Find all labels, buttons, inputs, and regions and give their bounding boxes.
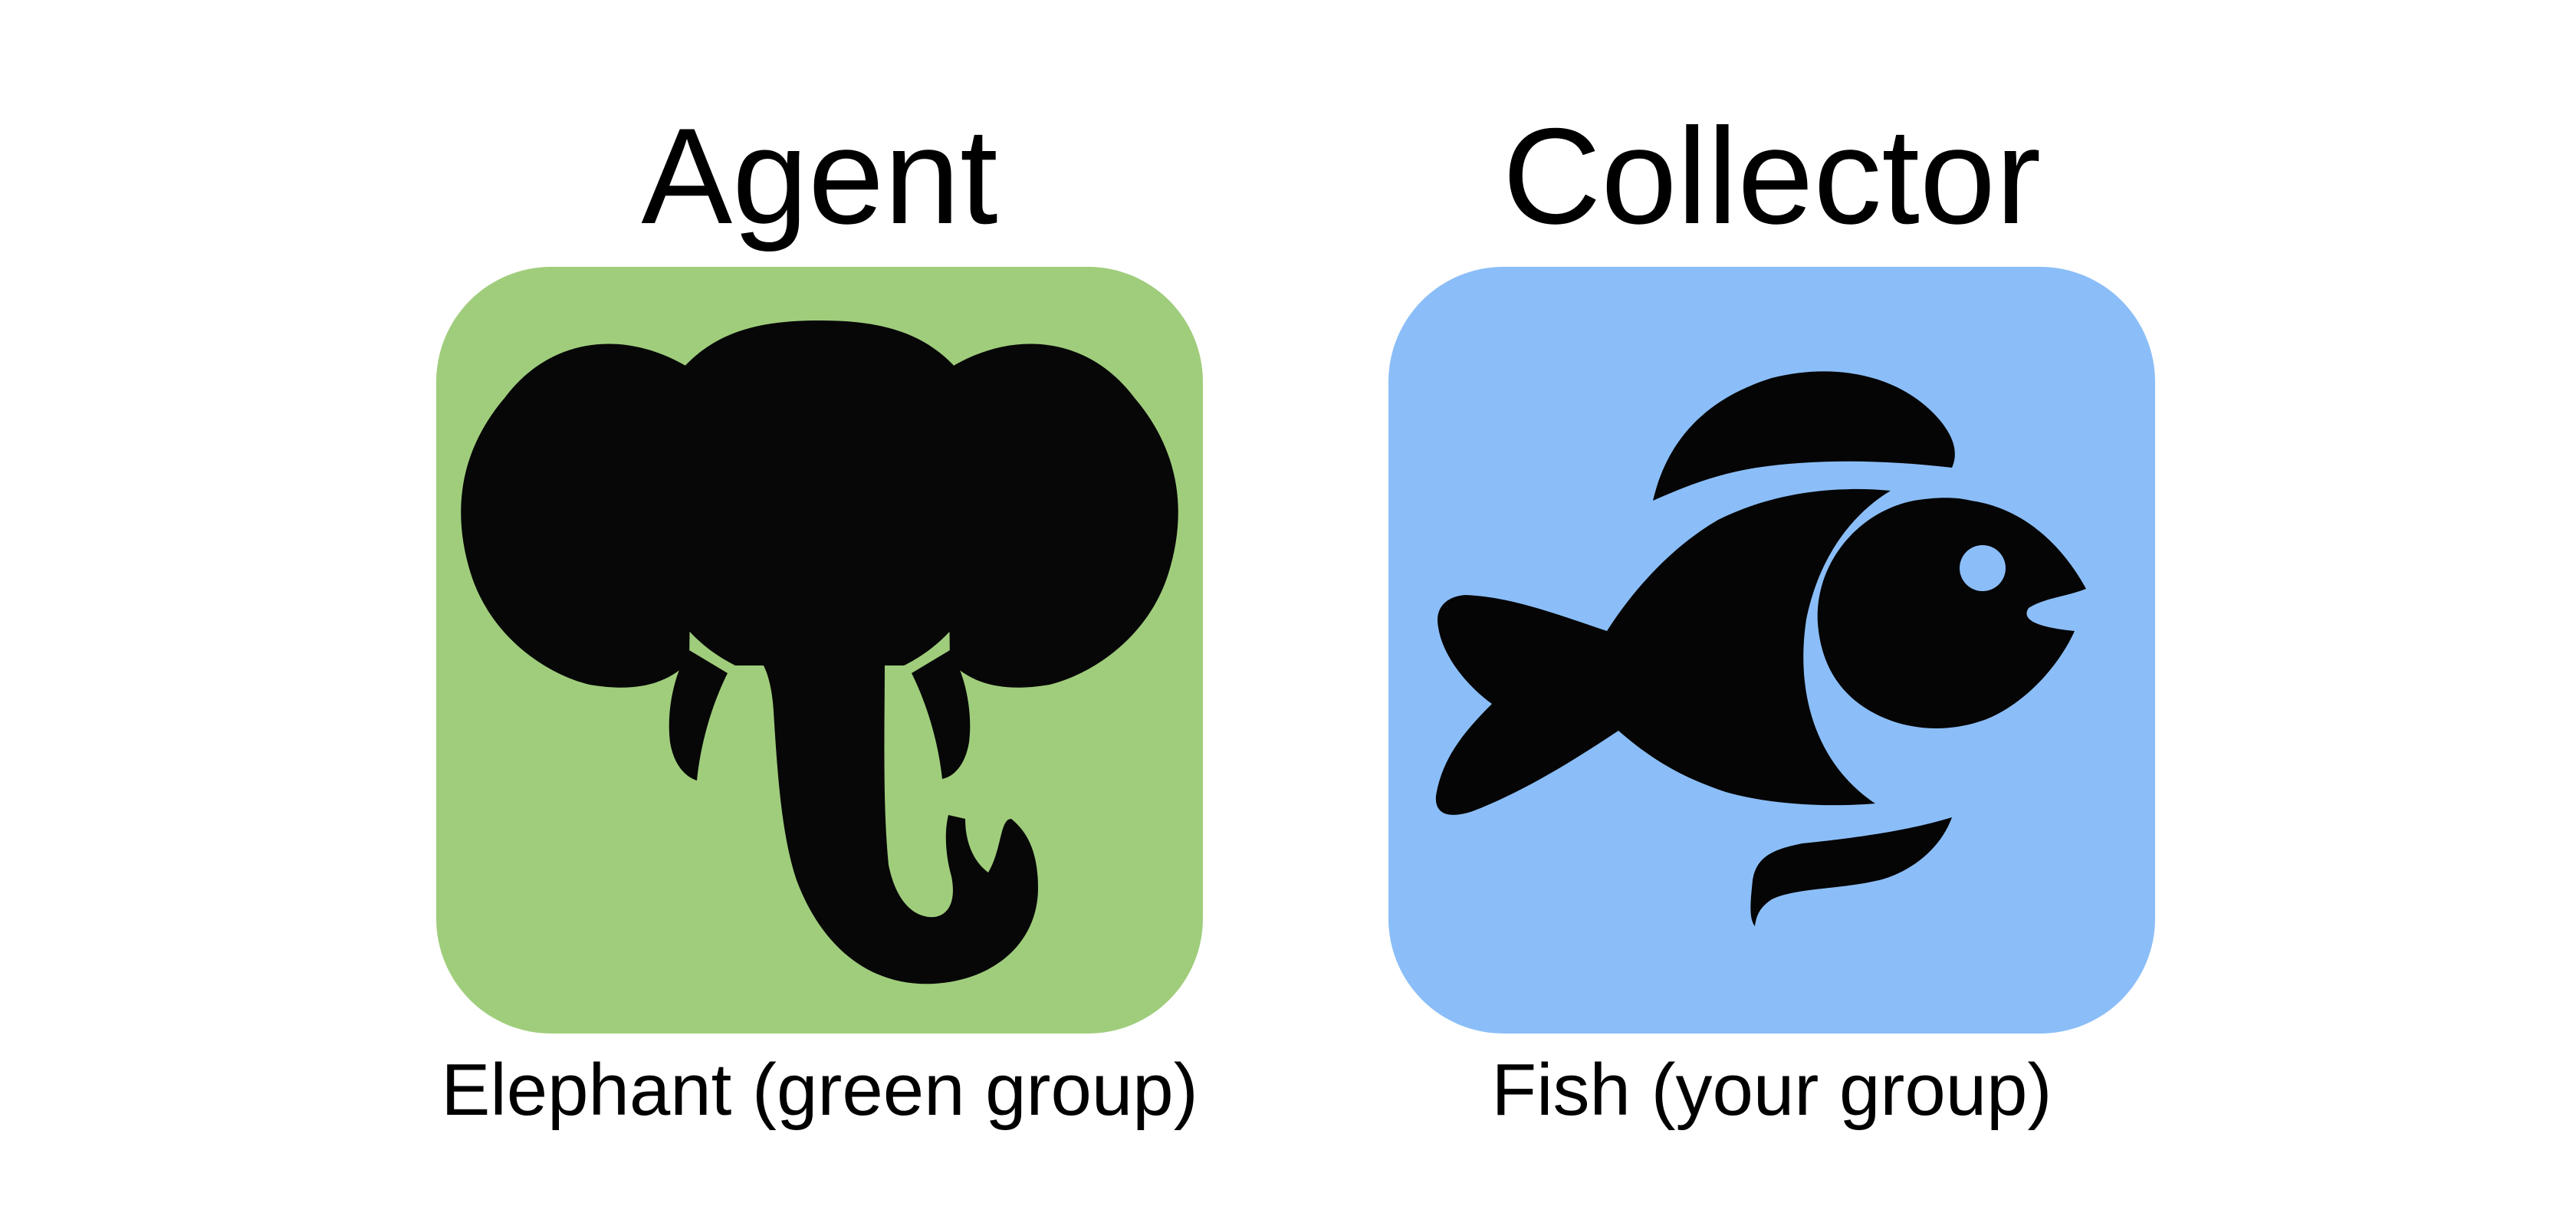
collector-tile: [1388, 267, 2155, 1034]
agent-title: Agent: [641, 100, 998, 252]
diagram: Agent Elephant (green group) Collector F…: [0, 0, 2576, 1216]
agent-panel: Agent Elephant (green group): [436, 0, 1203, 1216]
collector-title: Collector: [1502, 100, 2042, 252]
agent-caption: Elephant (green group): [441, 1049, 1198, 1131]
agent-tile: [436, 267, 1203, 1034]
collector-panel: Collector Fish (your group): [1388, 0, 2155, 1216]
elephant-icon: [461, 320, 1178, 984]
collector-caption: Fish (your group): [1491, 1049, 2052, 1131]
fish-icon: [1435, 371, 2086, 926]
